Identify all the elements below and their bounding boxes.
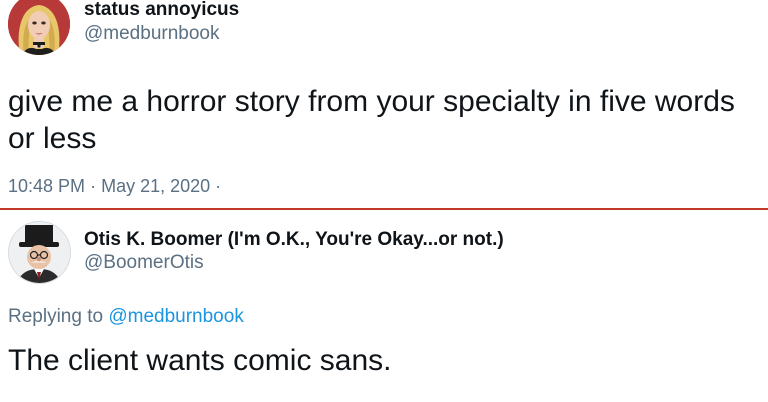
reply-author-display-name[interactable]: Otis K. Boomer (I'm O.K., You're Okay...… bbox=[84, 229, 504, 251]
replying-to-line: Replying to @medburnbook bbox=[8, 305, 244, 329]
timestamp-separator: · bbox=[90, 176, 97, 196]
author-display-name[interactable]: status annoyicus bbox=[84, 0, 239, 21]
tweet-thread-screenshot: status annoyicus @medburnbook give me a … bbox=[0, 0, 768, 402]
tweet-date: May 21, 2020 bbox=[101, 176, 211, 196]
tweet-text: give me a horror story from your special… bbox=[8, 85, 735, 155]
tweet-time: 10:48 PM bbox=[8, 176, 86, 196]
reply-author-avatar[interactable] bbox=[8, 221, 71, 284]
avatar-portrait-icon bbox=[9, 222, 70, 283]
original-tweet: status annoyicus @medburnbook give me a … bbox=[0, 0, 768, 209]
tweet-time-link[interactable]: 10:48 PM · May 21, 2020 bbox=[8, 176, 210, 196]
replying-to-mention-link[interactable]: @medburnbook bbox=[108, 306, 243, 327]
reply-author-handle[interactable]: @BoomerOtis bbox=[84, 251, 204, 275]
thread-divider bbox=[0, 208, 768, 210]
reply-text: The client wants comic sans. bbox=[8, 344, 392, 377]
avatar-portrait-icon bbox=[8, 0, 70, 55]
author-avatar[interactable] bbox=[8, 0, 70, 55]
author-handle[interactable]: @medburnbook bbox=[84, 22, 219, 46]
replying-to-label: Replying to bbox=[8, 306, 104, 327]
trailing-separator: · bbox=[215, 176, 222, 196]
tweet-timestamp: 10:48 PM · May 21, 2020 · bbox=[8, 175, 221, 197]
